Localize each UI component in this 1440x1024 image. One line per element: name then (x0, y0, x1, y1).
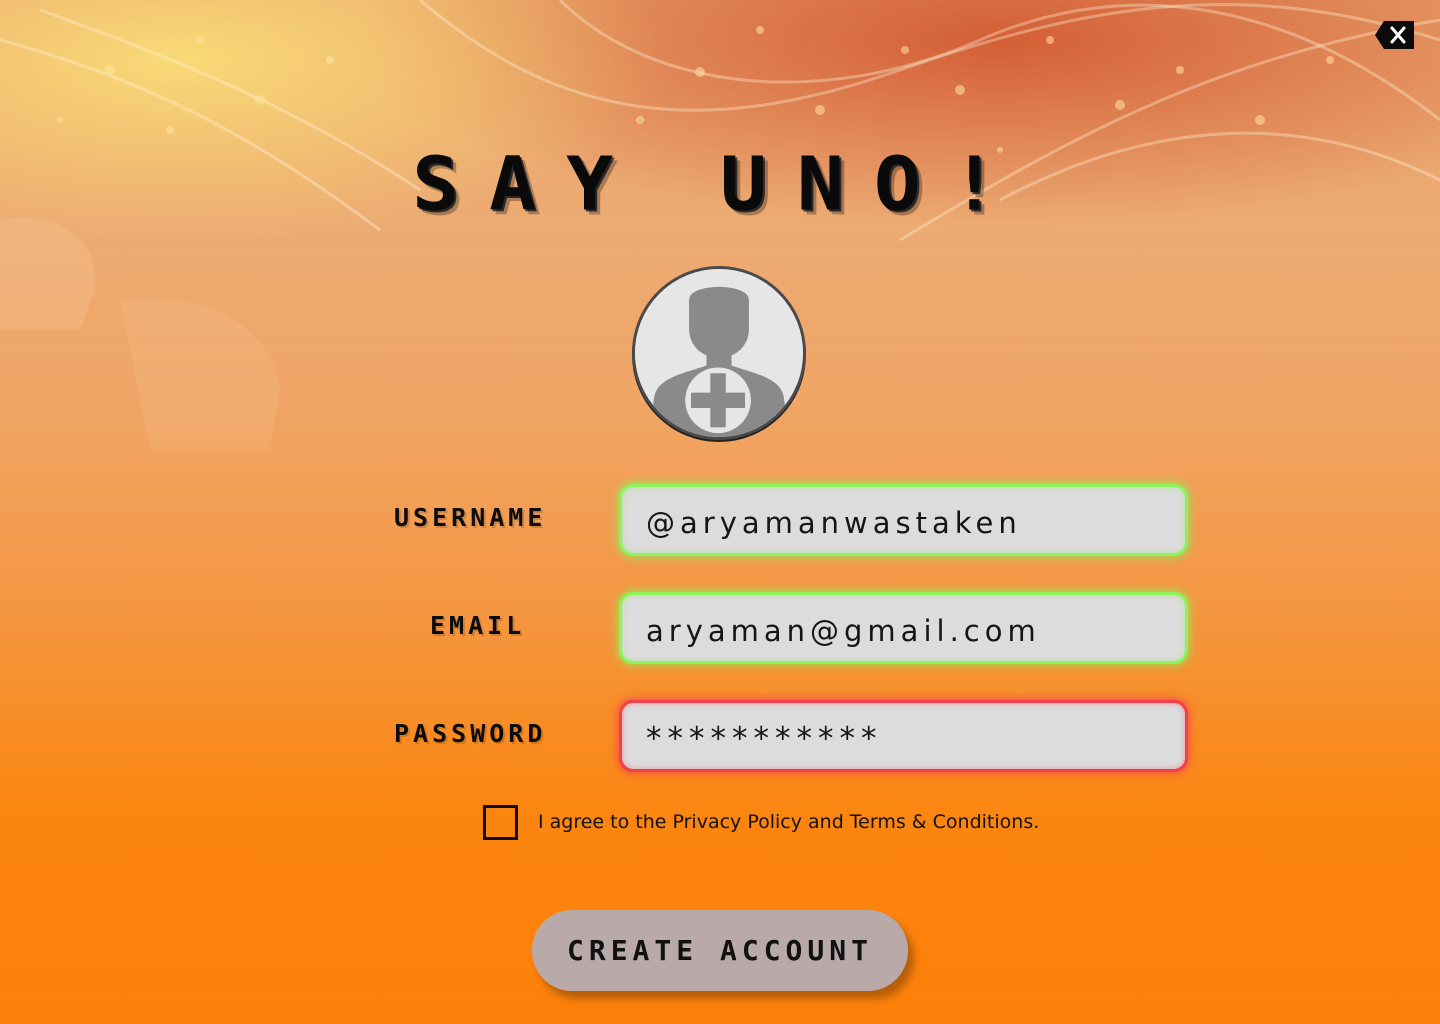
page-title: SAY UNO! (412, 142, 1028, 228)
password-label: PASSWORD (394, 719, 547, 748)
password-field[interactable]: *********** (619, 700, 1188, 772)
email-field[interactable]: aryaman@gmail.com (619, 592, 1188, 664)
agreement-text: I agree to the Privacy Policy and Terms … (538, 811, 1040, 833)
agreement-row: I agree to the Privacy Policy and Terms … (483, 804, 1040, 840)
agree-checkbox[interactable] (483, 804, 518, 840)
close-button[interactable] (1374, 20, 1416, 50)
email-label: EMAIL (430, 611, 526, 640)
create-account-button[interactable]: CREATE ACCOUNT (532, 910, 908, 991)
username-field[interactable]: @aryamanwastaken (619, 484, 1188, 556)
close-icon (1375, 21, 1414, 49)
avatar-upload[interactable] (632, 266, 806, 440)
add-user-icon (635, 269, 803, 437)
username-label: USERNAME (394, 503, 547, 532)
